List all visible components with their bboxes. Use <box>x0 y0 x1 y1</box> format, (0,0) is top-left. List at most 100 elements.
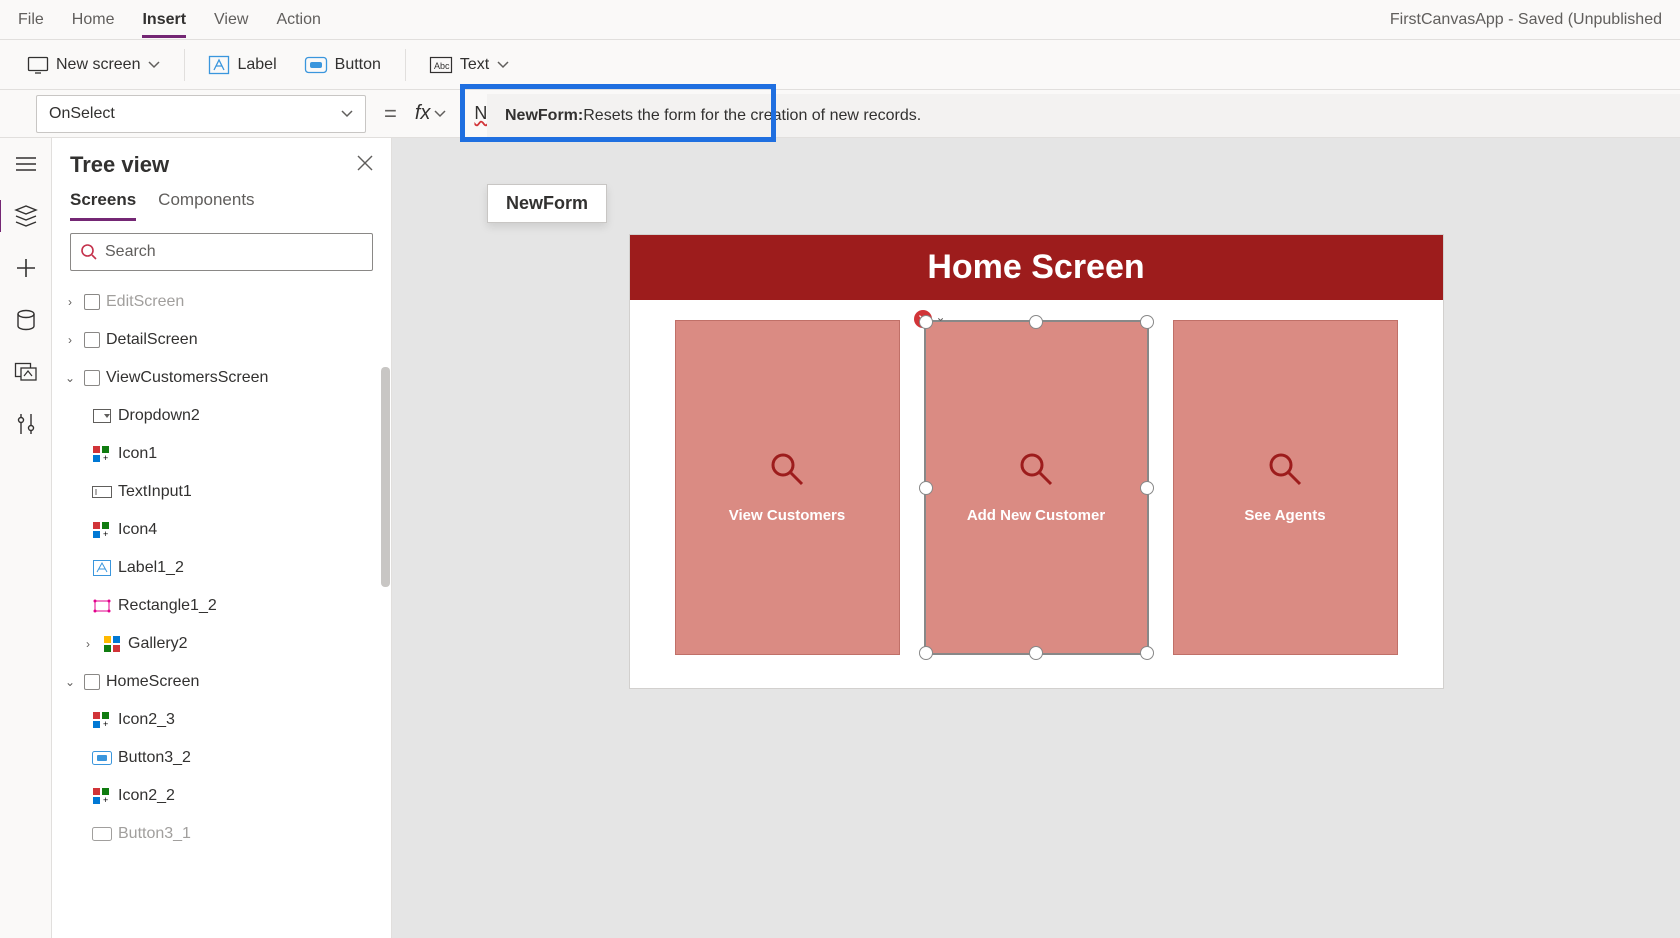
menu-insert[interactable]: Insert <box>142 11 186 38</box>
tree-label: Icon4 <box>118 521 157 539</box>
property-dropdown[interactable]: OnSelect <box>36 95 366 133</box>
tree-item-icon4[interactable]: + Icon4 <box>56 511 387 549</box>
chevron-down-icon <box>341 110 353 118</box>
menu-action[interactable]: Action <box>276 11 320 29</box>
tree-item-textinput1[interactable]: TextInput1 <box>56 473 387 511</box>
ribbon: New screen Label Button Abc Text <box>0 40 1680 90</box>
menu-file[interactable]: File <box>18 11 44 29</box>
canvas-area[interactable]: Home Screen View Customers ✕ ⌄ Add New C… <box>392 138 1680 938</box>
button-icon <box>92 751 112 765</box>
menu-home[interactable]: Home <box>72 11 115 29</box>
tree-label: Rectangle1_2 <box>118 597 217 615</box>
tree-item-rectangle1_2[interactable]: Rectangle1_2 <box>56 587 387 625</box>
new-screen-label: New screen <box>56 56 140 74</box>
label-button[interactable]: Label <box>199 50 286 80</box>
search-input[interactable]: Search <box>70 233 373 271</box>
fx-label: fx <box>415 102 431 125</box>
resize-handle[interactable] <box>1029 646 1043 660</box>
icon-control-icon: + <box>92 712 112 728</box>
text-button[interactable]: Abc Text <box>420 50 519 80</box>
tree-item-label1_2[interactable]: Label1_2 <box>56 549 387 587</box>
tab-components[interactable]: Components <box>158 190 254 221</box>
button-icon <box>92 827 112 841</box>
settings-icon[interactable] <box>12 412 40 436</box>
close-icon[interactable] <box>357 155 373 176</box>
card-label: Add New Customer <box>967 507 1105 524</box>
text-btn-label: Text <box>460 56 489 74</box>
resize-handle[interactable] <box>919 646 933 660</box>
hamburger-icon[interactable] <box>12 152 40 176</box>
textinput-icon <box>92 486 112 498</box>
tree-item-icon1[interactable]: + Icon1 <box>56 435 387 473</box>
tree-item-gallery2[interactable]: › Gallery2 <box>56 625 387 663</box>
tree-label: Button3_2 <box>118 749 191 767</box>
button-button[interactable]: Button <box>295 50 391 80</box>
tree-item-detailscreen[interactable]: › DetailScreen <box>56 321 387 359</box>
tree-item-button3_2[interactable]: Button3_2 <box>56 739 387 777</box>
chevron-down-icon: ⌄ <box>62 371 78 385</box>
search-icon <box>81 244 97 260</box>
card-add-new-customer[interactable]: ✕ ⌄ Add New Customer <box>924 320 1149 655</box>
resize-handle[interactable] <box>919 315 933 329</box>
property-value: OnSelect <box>49 105 115 123</box>
tree-item-icon2_3[interactable]: + Icon2_3 <box>56 701 387 739</box>
checkbox[interactable] <box>84 674 100 690</box>
svg-text:+: + <box>103 453 108 463</box>
resize-handle[interactable] <box>1140 315 1154 329</box>
fx-button[interactable]: fx <box>415 102 461 125</box>
card-see-agents[interactable]: See Agents <box>1173 320 1398 655</box>
checkbox[interactable] <box>84 294 100 310</box>
tree-label: TextInput1 <box>118 483 192 501</box>
new-screen-button[interactable]: New screen <box>18 50 170 80</box>
resize-handle[interactable] <box>1140 481 1154 495</box>
tree-item-icon2_2[interactable]: + Icon2_2 <box>56 777 387 815</box>
tree-label: ViewCustomersScreen <box>106 369 268 387</box>
resize-handle[interactable] <box>1140 646 1154 660</box>
tree-list[interactable]: › EditScreen › DetailScreen ⌄ ViewCustom… <box>52 283 391 938</box>
scrollbar-thumb[interactable] <box>381 367 390 587</box>
tree-label: Gallery2 <box>128 635 188 653</box>
text-icon: Abc <box>430 57 452 73</box>
plus-icon[interactable] <box>12 256 40 280</box>
search-icon <box>1019 452 1053 491</box>
tree-item-viewcustomers[interactable]: ⌄ ViewCustomersScreen <box>56 359 387 397</box>
cards-row: View Customers ✕ ⌄ Add New Customer <box>630 300 1443 675</box>
data-icon[interactable] <box>12 308 40 332</box>
checkbox[interactable] <box>84 370 100 386</box>
app-title: FirstCanvasApp - Saved (Unpublished <box>1390 11 1662 29</box>
svg-text:+: + <box>103 719 108 729</box>
search-placeholder: Search <box>105 243 156 261</box>
tree-view-icon[interactable] <box>12 204 40 228</box>
resize-handle[interactable] <box>919 481 933 495</box>
tooltip-desc: Resets the form for the creation of new … <box>583 107 921 125</box>
rectangle-icon <box>92 599 112 613</box>
tree-label: Icon2_3 <box>118 711 175 729</box>
checkbox[interactable] <box>84 332 100 348</box>
search-icon <box>1268 452 1302 491</box>
icon-control-icon: + <box>92 788 112 804</box>
tree-item-button3_1[interactable]: Button3_1 <box>56 815 387 853</box>
chevron-right-icon: › <box>80 637 96 651</box>
tree-item-dropdown2[interactable]: Dropdown2 <box>56 397 387 435</box>
button-icon <box>305 57 327 73</box>
screen-icon <box>28 57 48 73</box>
intellisense-item[interactable]: NewForm <box>487 184 607 223</box>
tree-item-homescreen[interactable]: ⌄ HomeScreen <box>56 663 387 701</box>
left-rail <box>0 138 52 938</box>
canvas-screen[interactable]: Home Screen View Customers ✕ ⌄ Add New C… <box>629 234 1444 689</box>
menu-view[interactable]: View <box>214 11 248 29</box>
tab-screens[interactable]: Screens <box>70 190 136 221</box>
dropdown-icon <box>92 409 112 423</box>
chevron-down-icon[interactable]: ⌄ <box>936 310 946 324</box>
tree-item-editscreen[interactable]: › EditScreen <box>56 283 387 321</box>
svg-text:+: + <box>103 795 108 805</box>
chevron-right-icon: › <box>62 333 78 347</box>
tree-panel: Tree view Screens Components Search › Ed… <box>52 138 392 938</box>
resize-handle[interactable] <box>1029 315 1043 329</box>
card-view-customers[interactable]: View Customers <box>675 320 900 655</box>
svg-text:Abc: Abc <box>434 61 450 71</box>
card-label: See Agents <box>1244 507 1325 524</box>
media-icon[interactable] <box>12 360 40 384</box>
chevron-down-icon: ⌄ <box>62 675 78 689</box>
label-btn-label: Label <box>237 56 276 74</box>
